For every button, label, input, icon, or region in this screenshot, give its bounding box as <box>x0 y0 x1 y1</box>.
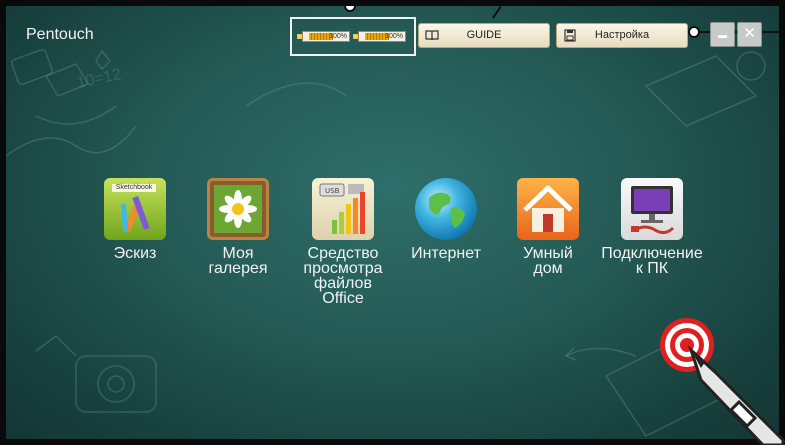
pen-icon <box>687 344 785 445</box>
battery-plug-icon <box>353 34 358 39</box>
globe-icon <box>415 178 477 240</box>
sketchbook-icon: Sketchbook <box>104 178 166 240</box>
battery-status-group: 100% 100% <box>290 17 416 56</box>
svg-text:10=12: 10=12 <box>75 66 123 92</box>
battery-plug-icon <box>297 34 302 39</box>
app-office-viewer[interactable]: USB Средство просмотра файлов Office <box>283 178 403 307</box>
settings-button-label: Настройка <box>594 29 650 41</box>
app-sketch[interactable]: Sketchbook Эскиз <box>75 178 195 262</box>
app-label: Средство просмотра файлов Office <box>303 245 383 307</box>
close-icon: ✕ <box>743 25 756 42</box>
gallery-icon <box>207 178 269 240</box>
app-label: Подключение к ПК <box>601 245 703 277</box>
pentouch-screen: 10=12 Pentouch 100% 100% GUIDE Настройка… <box>0 0 785 445</box>
battery-indicator-1: 100% <box>297 31 350 42</box>
guide-button[interactable]: GUIDE <box>418 23 550 48</box>
touch-indicator <box>660 318 785 445</box>
svg-text:USB: USB <box>325 187 340 195</box>
minimize-icon: ▬ <box>718 30 727 40</box>
app-label: Умный дом <box>523 245 573 277</box>
app-label: Эскиз <box>113 245 157 262</box>
monitor-icon <box>621 178 683 240</box>
app-gallery[interactable]: Моя галерея <box>178 178 298 277</box>
battery-indicator-2: 100% <box>353 31 406 42</box>
app-label: Моя галерея <box>208 245 268 277</box>
close-button[interactable]: ✕ <box>737 22 762 47</box>
battery-percent: 100% <box>329 33 347 40</box>
guide-button-label: GUIDE <box>466 29 502 41</box>
house-icon <box>517 178 579 240</box>
battery-percent: 100% <box>385 33 403 40</box>
app-pc-connect[interactable]: Подключение к ПК <box>592 178 712 277</box>
app-title: Pentouch <box>26 26 94 43</box>
office-viewer-icon: USB <box>312 178 374 240</box>
minimize-button[interactable]: ▬ <box>710 22 735 47</box>
settings-button[interactable]: Настройка <box>556 23 688 48</box>
app-smart-home[interactable]: Умный дом <box>488 178 608 277</box>
